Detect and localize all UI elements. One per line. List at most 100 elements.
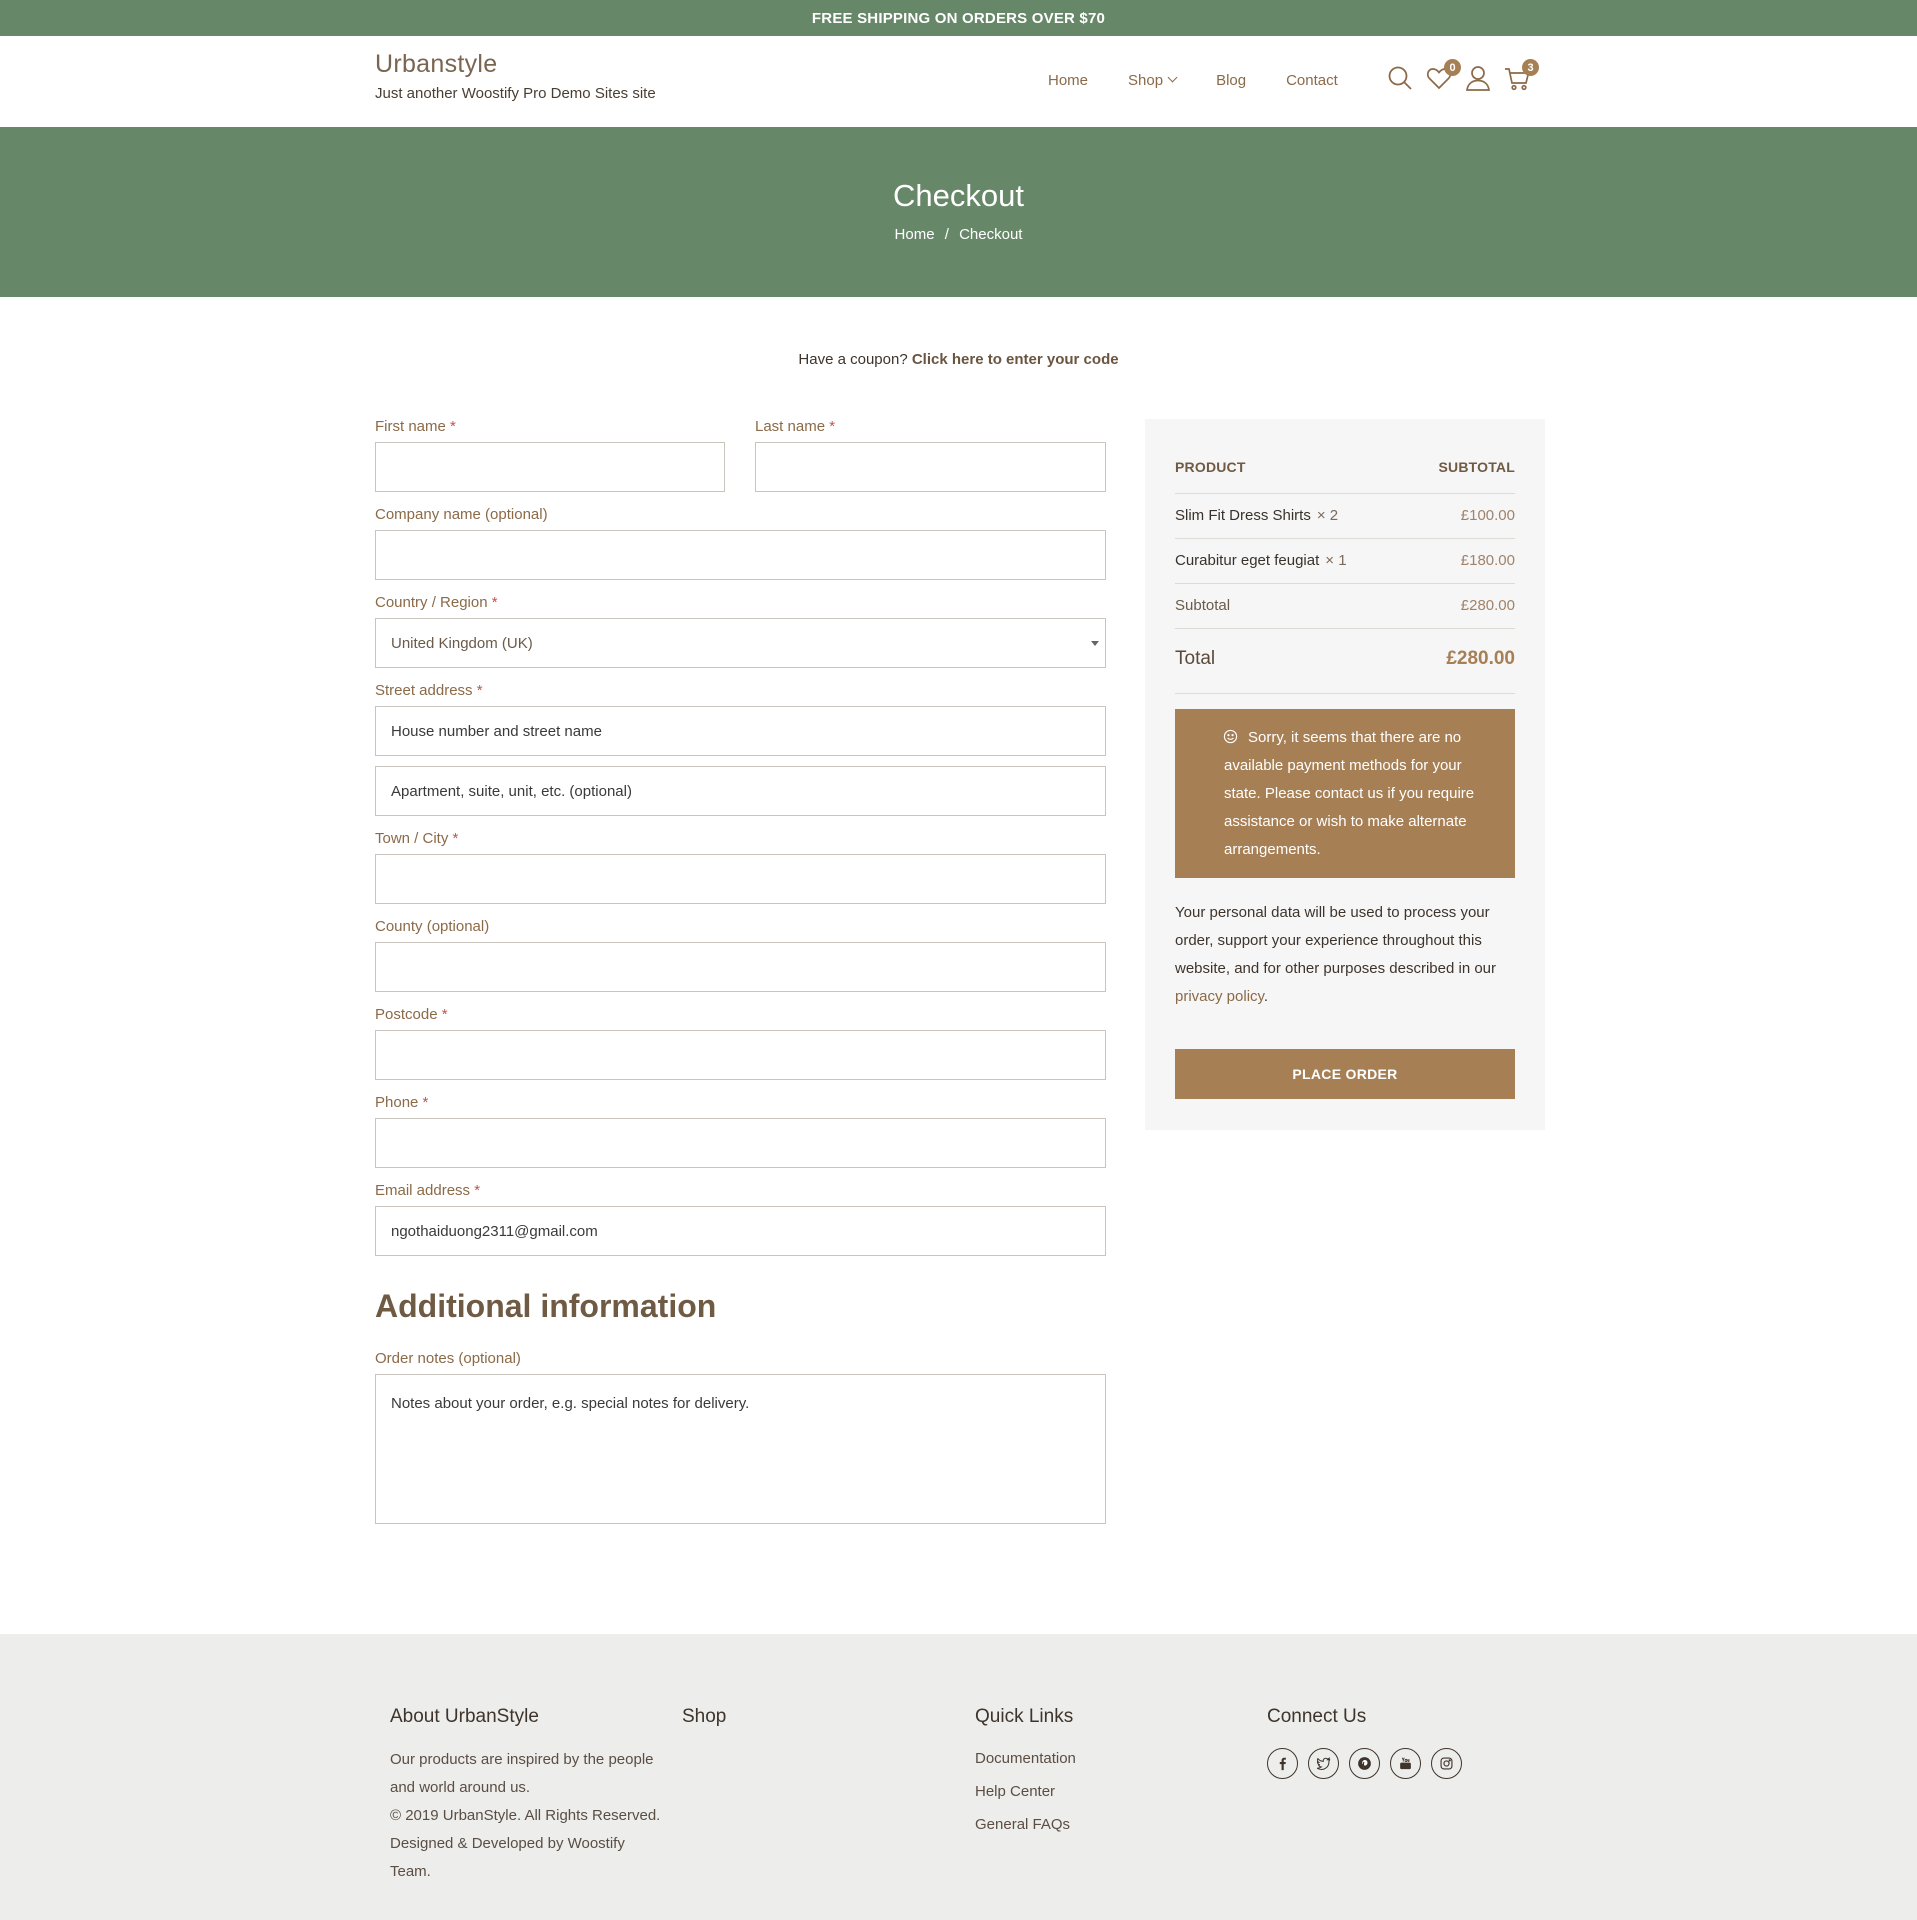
email-label: Email address * [375,1182,1106,1204]
footer-connect-title: Connect Us [1267,1706,1367,1727]
phone-input[interactable] [375,1118,1106,1168]
total-label: Total [1175,648,1216,669]
twitter-icon[interactable] [1308,1748,1339,1779]
nav-blog[interactable]: Blog [1216,72,1246,89]
page-title: Checkout [893,178,1024,213]
promo-text: FREE SHIPPING ON ORDERS OVER $70 [811,9,1106,27]
company-input[interactable] [375,530,1106,580]
total-value: £280.00 [1446,648,1515,669]
youtube-icon[interactable] [1390,1748,1421,1779]
required-marker: * [452,830,459,847]
site-header: Urbanstyle Just another Woostify Pro Dem… [0,36,1917,127]
item-qty: × 1 [1325,552,1347,569]
county-label: County (optional) [375,918,490,935]
wishlist-count-badge: 0 [1444,59,1461,76]
main-nav: Home Shop Blog Contact [1048,72,1378,89]
nav-shop[interactable]: Shop [1128,72,1178,89]
country-select-value: United Kingdom (UK) [391,634,533,652]
coupon-notice: Have a coupon? Click here to enter your … [0,351,1917,368]
total-row: Total £280.00 [1175,648,1515,670]
required-marker: * [829,418,836,435]
nav-contact-label: Contact [1286,72,1338,89]
place-order-button[interactable]: PLACE ORDER [1175,1049,1515,1099]
company-label: Company name (optional) [375,506,548,523]
last-name-input[interactable] [755,442,1106,492]
last-name-label-text: Last name [755,418,826,435]
street-address-2-input[interactable]: Apartment, suite, unit, etc. (optional) [375,766,1106,816]
first-name-field: First name * [375,418,725,492]
postcode-field: Postcode * [375,1006,1106,1080]
breadcrumb-current: Checkout [959,226,1023,243]
required-marker: * [491,594,498,611]
footer-link-documentation[interactable]: Documentation [975,1750,1076,1767]
subtotal-value: £280.00 [1460,597,1515,614]
email-value: ngothaiduong2311@gmail.com [391,1222,598,1240]
order-notes-label: Order notes (optional) [375,1350,521,1367]
divider [1175,628,1515,629]
item-name: Curabitur eget feugiat [1175,552,1320,569]
col-subtotal: SUBTOTAL [1438,459,1515,475]
account-icon[interactable] [1464,64,1492,92]
breadcrumb-home[interactable]: Home [895,226,935,243]
footer-quick-links: Quick Links Documentation Help Center Ge… [975,1706,1076,1849]
brand: Urbanstyle Just another Woostify Pro Dem… [375,50,656,102]
footer-links-list: Documentation Help Center General FAQs [975,1750,1076,1833]
first-name-input[interactable] [375,442,725,492]
breadcrumb: Home / Checkout [0,226,1917,243]
payment-notice: Sorry, it seems that there are no availa… [1175,709,1515,878]
site-footer: About UrbanStyle Our products are inspir… [0,1634,1917,1920]
last-name-field: Last name * [755,418,1106,492]
nav-contact[interactable]: Contact [1286,72,1338,89]
footer-link-faqs[interactable]: General FAQs [975,1816,1076,1833]
divider [1175,583,1515,584]
postcode-label: Postcode * [375,1006,1106,1028]
order-summary: PRODUCT SUBTOTAL Slim Fit Dress Shirts × … [1145,419,1545,1130]
facebook-icon[interactable] [1267,1748,1298,1779]
item-price: £100.00 [1460,507,1515,524]
street-label-text: Street address [375,682,473,699]
privacy-policy-link[interactable]: privacy policy [1175,988,1264,1005]
item-info: Slim Fit Dress Shirts × 2 [1175,507,1338,524]
about-text: Our products are inspired by the people … [390,1751,654,1796]
header-icons: 0 3 [1386,59,1542,92]
order-notes-textarea[interactable]: Notes about your order, e.g. special not… [375,1374,1106,1524]
required-marker: * [474,1182,481,1199]
instagram-icon[interactable] [1431,1748,1462,1779]
site-title[interactable]: Urbanstyle [375,50,656,79]
item-price: £180.00 [1460,552,1515,569]
first-name-label-text: First name [375,418,446,435]
country-field: Country / Region * United Kingdom (UK) [375,594,1106,668]
postcode-input[interactable] [375,1030,1106,1080]
town-input[interactable] [375,854,1106,904]
summary-header: PRODUCT SUBTOTAL [1175,459,1515,475]
required-marker: * [450,418,456,435]
country-select[interactable]: United Kingdom (UK) [375,618,1106,668]
coupon-link[interactable]: Click here to enter your code [912,351,1119,368]
street-field: Street address * House number and street… [375,682,1106,816]
postcode-label-text: Postcode [375,1006,438,1023]
footer-links-title: Quick Links [975,1706,1074,1727]
additional-info-heading: Additional information [375,1288,717,1324]
street-label: Street address * [375,682,1106,704]
nav-home[interactable]: Home [1048,72,1088,89]
nav-blog-label: Blog [1216,72,1247,89]
street-address-input[interactable]: House number and street name [375,706,1106,756]
last-name-label: Last name * [755,418,1106,440]
site-tagline: Just another Woostify Pro Demo Sites sit… [375,85,656,102]
search-icon[interactable] [1386,64,1414,92]
social-links [1267,1748,1472,1779]
wishlist-button[interactable]: 0 [1425,59,1461,92]
footer-about-text: Our products are inspired by the people … [390,1746,665,1886]
email-input[interactable]: ngothaiduong2311@gmail.com [375,1206,1106,1256]
county-input[interactable] [375,942,1106,992]
footer-shop-title: Shop [682,1706,727,1727]
pinterest-icon[interactable] [1349,1748,1380,1779]
nav-home-label: Home [1048,72,1089,89]
subtotal-label: Subtotal [1175,597,1231,614]
footer-link-help-center[interactable]: Help Center [975,1783,1076,1800]
country-label: Country / Region * [375,594,1106,616]
town-field: Town / City * [375,830,1106,904]
town-label-text: Town / City [375,830,449,847]
footer-about-title: About UrbanStyle [390,1706,539,1727]
cart-button[interactable]: 3 [1503,59,1539,92]
